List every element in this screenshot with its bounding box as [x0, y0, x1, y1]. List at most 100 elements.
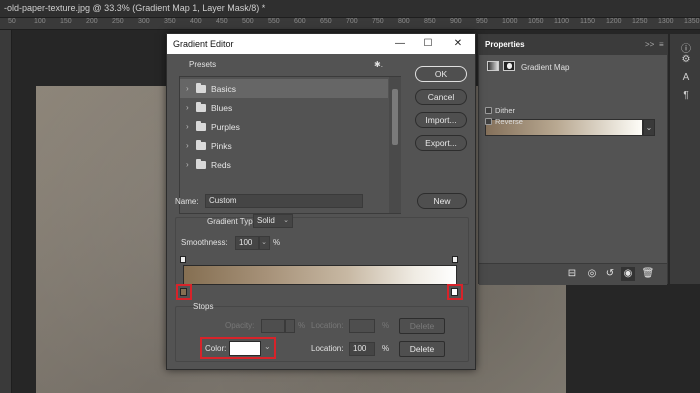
paragraph-icon[interactable]: ¶	[679, 90, 693, 104]
collapse-panel-icon[interactable]: >>	[645, 40, 654, 49]
gradient-dropdown-icon[interactable]: ⌄	[643, 119, 655, 136]
chevron-right-icon[interactable]: ›	[186, 84, 189, 93]
opacity-stop-left[interactable]	[180, 256, 186, 263]
properties-panel-header: Properties >> ≡	[479, 35, 667, 55]
ruler-tick-label: 1050	[528, 18, 544, 25]
gradient-editor-dialog: Gradient Editor — ☐ ✕ Presets ✱. › Basic…	[166, 33, 476, 370]
ruler-tick-label: 650	[320, 18, 332, 25]
preset-folder-label: Basics	[211, 84, 237, 94]
visibility-cycle-icon[interactable]: ◎	[585, 267, 599, 281]
delete-color-stop-button[interactable]: Delete	[399, 341, 445, 357]
gradient-type-value: Solid	[257, 216, 275, 225]
ruler-tick-label: 1100	[554, 18, 570, 25]
color-stop-left[interactable]	[180, 288, 187, 296]
layer-mask-icon[interactable]	[503, 61, 515, 71]
opacity-location-label: Location:	[311, 321, 344, 330]
opacity-stop-right[interactable]	[452, 256, 458, 263]
dither-checkbox[interactable]	[485, 107, 492, 114]
reverse-checkbox[interactable]	[485, 118, 492, 125]
eye-icon[interactable]: ◉	[621, 267, 635, 281]
ruler-tick-label: 500	[242, 18, 254, 25]
ruler-tick-label: 100	[34, 18, 46, 25]
export-button[interactable]: Export...	[415, 135, 467, 151]
ok-button[interactable]: OK	[415, 66, 467, 82]
delete-opacity-stop-button[interactable]: Delete	[399, 318, 445, 334]
reset-icon[interactable]: ↺	[603, 267, 617, 281]
smoothness-dropdown[interactable]: ⌄	[259, 236, 270, 250]
smoothness-label: Smoothness:	[181, 238, 228, 247]
ruler-tick-label: 600	[294, 18, 306, 25]
minimize-icon[interactable]: —	[393, 37, 407, 51]
chevron-down-icon: ⌄	[283, 217, 289, 224]
gradient-map-icon	[487, 61, 499, 71]
ruler-tick-label: 1150	[580, 18, 596, 25]
info-icon[interactable]: ⓘ	[679, 40, 693, 55]
opacity-dropdown[interactable]	[285, 319, 295, 333]
maximize-icon[interactable]: ☐	[421, 37, 435, 51]
gradient-bar[interactable]	[183, 265, 457, 285]
ruler-tick-label: 550	[268, 18, 280, 25]
chevron-right-icon[interactable]: ›	[186, 141, 189, 150]
scrollbar-thumb[interactable]	[392, 89, 398, 145]
preset-folder-label: Pinks	[211, 141, 232, 151]
reverse-label: Reverse	[495, 117, 523, 126]
properties-tab[interactable]: Properties	[485, 40, 525, 49]
ruler-tick-label: 850	[424, 18, 436, 25]
ruler-tick-label: 250	[112, 18, 124, 25]
dialog-title: Gradient Editor	[173, 39, 234, 49]
chevron-down-icon[interactable]: ⌄	[264, 342, 271, 351]
ruler-tick-label: 400	[190, 18, 202, 25]
chevron-down-icon: ⌄	[261, 239, 267, 246]
presets-scrollbar[interactable]	[389, 77, 401, 213]
ruler-tick-label: 1350	[684, 18, 700, 25]
opacity-location-input[interactable]	[349, 319, 375, 333]
ruler-tick-label: 950	[476, 18, 488, 25]
folder-icon	[196, 102, 206, 112]
color-stop-right[interactable]	[451, 288, 458, 296]
ruler-tick-label: 900	[450, 18, 462, 25]
preset-folder-purples[interactable]: › Purples	[180, 117, 388, 136]
import-button[interactable]: Import...	[415, 112, 467, 128]
new-button[interactable]: New	[417, 193, 467, 209]
vertical-ruler[interactable]	[0, 30, 12, 393]
presets-settings-icon[interactable]: ✱.	[374, 60, 383, 69]
smoothness-input[interactable]: 100	[235, 236, 259, 250]
properties-panel: Properties >> ≡ Gradient Map ⌄ Dither Re…	[478, 34, 668, 285]
clip-icon[interactable]: ⊟	[565, 267, 579, 281]
chevron-right-icon[interactable]: ›	[186, 122, 189, 131]
close-icon[interactable]: ✕	[451, 37, 465, 51]
chevron-right-icon[interactable]: ›	[186, 103, 189, 112]
name-label: Name:	[175, 197, 199, 206]
panel-menu-icon[interactable]: ≡	[659, 40, 664, 49]
horizontal-ruler[interactable]: 50 100 150 200 250 300 350 400 450 500 550 600 650 70…	[0, 18, 700, 30]
adjust-icon[interactable]: ⚙	[679, 54, 693, 68]
trash-icon[interactable]: 🗑	[641, 267, 655, 281]
preset-folder-label: Blues	[211, 103, 233, 113]
opacity-location-percent: %	[382, 321, 390, 330]
folder-icon	[196, 159, 206, 169]
color-location-input[interactable]: 100	[349, 342, 375, 356]
cancel-button[interactable]: Cancel	[415, 89, 467, 105]
ruler-tick-label: 300	[138, 18, 150, 25]
name-input[interactable]: Custom	[205, 194, 363, 208]
type-icon[interactable]: A	[679, 72, 693, 86]
preset-folder-pinks[interactable]: › Pinks	[180, 136, 388, 155]
ruler-tick-label: 150	[60, 18, 72, 25]
ruler-tick-label: 1200	[606, 18, 622, 25]
gradient-type-select[interactable]: Solid ⌄	[253, 214, 293, 228]
color-location-label: Location:	[311, 344, 344, 353]
dialog-title-bar[interactable]: Gradient Editor — ☐ ✕	[167, 34, 475, 54]
preset-folder-basics[interactable]: › Basics	[180, 79, 388, 98]
preset-folder-reds[interactable]: › Reds	[180, 155, 388, 174]
adjustment-name: Gradient Map	[521, 63, 570, 72]
smoothness-percent: %	[273, 238, 281, 247]
ruler-tick-label: 350	[164, 18, 176, 25]
document-tab-title[interactable]: -old-paper-texture.jpg @ 33.3% (Gradient…	[4, 3, 265, 13]
ruler-tick-label: 750	[372, 18, 384, 25]
opacity-input[interactable]	[261, 319, 285, 333]
preset-folder-blues[interactable]: › Blues	[180, 98, 388, 117]
color-swatch[interactable]	[229, 341, 261, 356]
ruler-tick-label: 700	[346, 18, 358, 25]
ruler-tick-label: 1300	[658, 18, 674, 25]
chevron-right-icon[interactable]: ›	[186, 160, 189, 169]
